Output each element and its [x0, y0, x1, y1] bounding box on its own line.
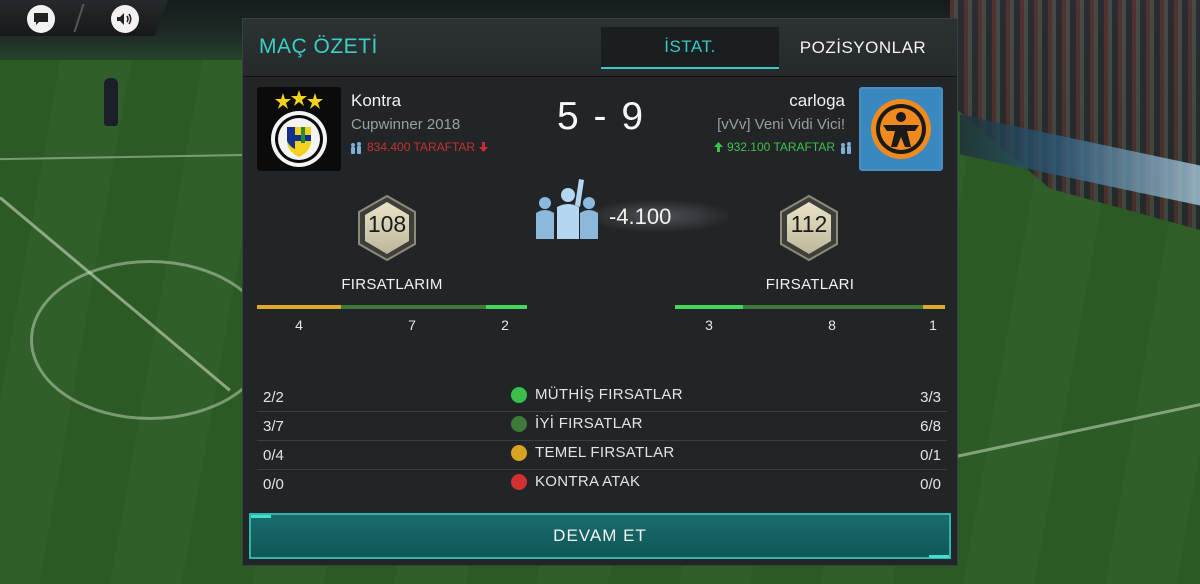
hud-divider [73, 4, 85, 32]
chance-bar-segment [257, 305, 341, 309]
home-fans-count: 834.400 TARAFTAR [367, 140, 476, 154]
arrow-down-icon [479, 142, 489, 152]
home-team-subtitle: Cupwinner 2018 [351, 116, 461, 133]
fans-group-icon [536, 179, 598, 239]
away-team-name: carloga [789, 91, 845, 110]
away-chances-label: FIRSATLARI [765, 276, 855, 293]
chance-bar-segment [742, 305, 924, 309]
away-team-subtitle: [vVv] Veni Vidi Vici! [717, 116, 845, 133]
button-corner [251, 515, 271, 518]
away-stat-value: 6/8 [920, 418, 941, 435]
chance-bar-segment [675, 305, 743, 309]
stats-row: 0/0 KONTRA ATAK 0/0 [257, 470, 947, 499]
away-chances-count: 3 [705, 317, 713, 333]
ball-icon [511, 473, 527, 490]
home-stat-value: 3/7 [263, 418, 284, 435]
home-chances-label: FIRSATLARIM [341, 276, 443, 293]
continue-button[interactable]: DEVAM ET [249, 513, 951, 559]
hud-bar [0, 0, 168, 36]
away-fans: 932.100 TARAFTAR [713, 140, 853, 154]
fans-group-icon [351, 141, 361, 154]
stat-label-wrap: TEMEL FIRSATLAR [511, 444, 675, 461]
home-fans: 834.400 TARAFTAR [349, 140, 489, 154]
away-stat-value: 3/3 [920, 389, 941, 406]
background-player [104, 78, 118, 126]
home-chances-count: 7 [408, 317, 416, 333]
away-stat-value: 0/0 [920, 476, 941, 493]
home-chances-bar [257, 305, 527, 309]
fans-group-icon [841, 141, 851, 154]
match-score: 5 - 9 [556, 95, 646, 138]
away-chances-bar [675, 305, 945, 309]
away-team-logo [859, 87, 943, 171]
stats-row: 2/2 MÜTHİŞ FIRSATLAR 3/3 [257, 383, 947, 412]
stat-label: İYİ FIRSATLAR [535, 415, 643, 432]
away-stat-value: 0/1 [920, 447, 941, 464]
chance-bar-segment [923, 305, 945, 309]
stats-row: 3/7 İYİ FIRSATLAR 6/8 [257, 412, 947, 441]
chance-bar-segment [486, 305, 527, 309]
ball-icon [511, 415, 527, 432]
away-chances-count: 8 [828, 317, 836, 333]
speaker-icon[interactable] [111, 5, 139, 33]
stat-label-wrap: MÜTHİŞ FIRSATLAR [511, 386, 683, 403]
ball-icon [511, 444, 527, 461]
chat-bubble-icon[interactable] [27, 5, 55, 33]
home-stat-value: 2/2 [263, 389, 284, 406]
home-chances-count: 4 [295, 317, 303, 333]
pitch-circle [30, 260, 270, 420]
home-stat-value: 0/4 [263, 447, 284, 464]
stats-row: 0/4 TEMEL FIRSATLAR 0/1 [257, 441, 947, 470]
home-rating: 108 [367, 211, 407, 237]
tab-positions[interactable]: POZİSYONLAR [783, 27, 943, 69]
away-fans-count: 932.100 TARAFTAR [726, 140, 835, 154]
match-summary-panel: MAÇ ÖZETİ İSTAT. POZİSYONLAR Kontra Cupw… [242, 18, 958, 566]
home-chances-count: 2 [501, 317, 509, 333]
ball-icon [511, 386, 527, 403]
home-stat-value: 0/0 [263, 476, 284, 493]
chance-bar-segment [340, 305, 487, 309]
away-rating: 112 [790, 211, 828, 237]
arrow-up-icon [713, 142, 723, 152]
stat-label: MÜTHİŞ FIRSATLAR [535, 386, 683, 403]
stat-label: KONTRA ATAK [535, 473, 641, 490]
fans-change-value: -4.100 [609, 204, 672, 229]
stat-label-wrap: İYİ FIRSATLAR [511, 415, 643, 432]
tab-stats[interactable]: İSTAT. [601, 27, 779, 69]
home-team-logo [257, 87, 341, 171]
stat-label: TEMEL FIRSATLAR [535, 444, 675, 461]
panel-header: MAÇ ÖZETİ İSTAT. POZİSYONLAR [243, 19, 957, 77]
button-corner [929, 555, 949, 558]
stat-label-wrap: KONTRA ATAK [511, 473, 640, 490]
panel-title: MAÇ ÖZETİ [259, 35, 378, 58]
home-team-name: Kontra [351, 91, 402, 110]
away-chances-count: 1 [929, 317, 937, 333]
